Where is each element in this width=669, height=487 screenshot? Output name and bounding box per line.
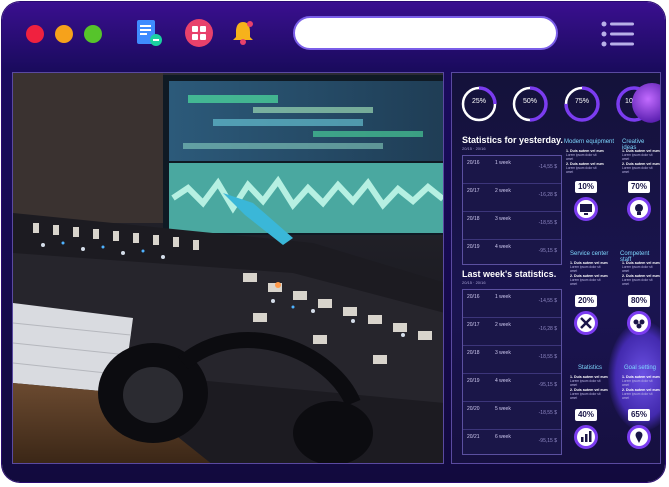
feature-text: 1. Duis autem vel eum Lorem ipsum dolor s… [622,149,660,175]
table-row: 20/18 3 week -18,55 $ [463,212,561,240]
team-icon [627,311,651,335]
feature-percent: 70% [628,181,650,193]
feature-percent: 10% [575,181,597,193]
feature-percent: 65% [628,409,650,421]
title-bar [2,2,665,68]
table-row: 20/16 1 week -14,55 $ [463,290,561,318]
table-row: 20/20 5 week -18,55 $ [463,402,561,430]
search-input[interactable] [293,16,558,50]
menu-icon[interactable] [600,20,636,48]
yesterday-stats-table: 20/16 1 week -14,55 $ 20/17 2 week -16,28 $ … [462,155,562,265]
bell-icon[interactable] [228,18,258,48]
feature-percent: 20% [575,295,597,307]
close-window-button[interactable] [26,25,44,43]
feature-text: 1. Duis autem vel eum Lorem ipsum dolor s… [570,261,608,287]
table-row: 20/17 2 week -16,28 $ [463,318,561,346]
table-row: 20/17 2 week -16,28 $ [463,184,561,212]
feature-text: 1. Duis autem vel eum Lorem ipsum dolor s… [622,261,660,287]
progress-ring-1-label: 25% [471,98,486,105]
table-row: 20/18 3 week -18,55 $ [463,346,561,374]
table-row: 20/19 4 week -95,15 $ [467,244,557,254]
maximize-window-button[interactable] [84,25,102,43]
apps-grid-icon[interactable] [184,18,214,48]
monitor-icon [574,197,598,221]
minimize-window-button[interactable] [55,25,73,43]
yesterday-stats-subtitle: 20/15 · 20/16 [462,146,486,151]
tools-icon [574,311,598,335]
location-pin-icon [627,425,651,449]
feature-title: Goal setting [624,365,657,371]
table-row: 20/21 6 week -95,15 $ [467,434,557,444]
feature-title: Statistics [578,365,603,371]
feature-title: Modern equipment [564,139,615,145]
mixing-console-image [13,73,443,463]
feature-text: 1. Duis autem vel eum Lorem ipsum dolor s… [570,375,608,401]
progress-ring-3-label: 75% [574,98,589,105]
feature-text: 1. Duis autem vel eum Lorem ipsum dolor s… [622,375,660,401]
progress-ring-2-label: 50% [522,98,537,105]
audio-mixing-console-photo [12,72,444,464]
yesterday-stats-title: Statistics for yesterday. [462,135,563,145]
table-row: 20/19 4 week -95,15 $ [463,374,561,402]
bar-chart-icon [574,425,598,449]
lastweek-stats-title: Last week's statistics. [462,269,557,279]
feature-percent: 80% [628,295,650,307]
lightbulb-icon [627,197,651,221]
table-row: 20/16 1 week -14,55 $ [463,156,561,184]
feature-text: 1. Duis autem vel eum Lorem ipsum dolor s… [566,149,604,175]
feature-percent: 40% [575,409,597,421]
lastweek-stats-subtitle: 20/15 · 20/16 [462,280,486,285]
app-window: 25% 50% 75% 100% Statistics for yesterda… [2,2,665,482]
lastweek-stats-table: 20/16 1 week -14,55 $ 20/17 2 week -16,28 $ … [462,289,562,455]
feature-title: Service center [570,251,609,257]
document-icon[interactable] [134,18,164,48]
statistics-dashboard: 25% 50% 75% 100% Statistics for yesterda… [451,72,661,464]
